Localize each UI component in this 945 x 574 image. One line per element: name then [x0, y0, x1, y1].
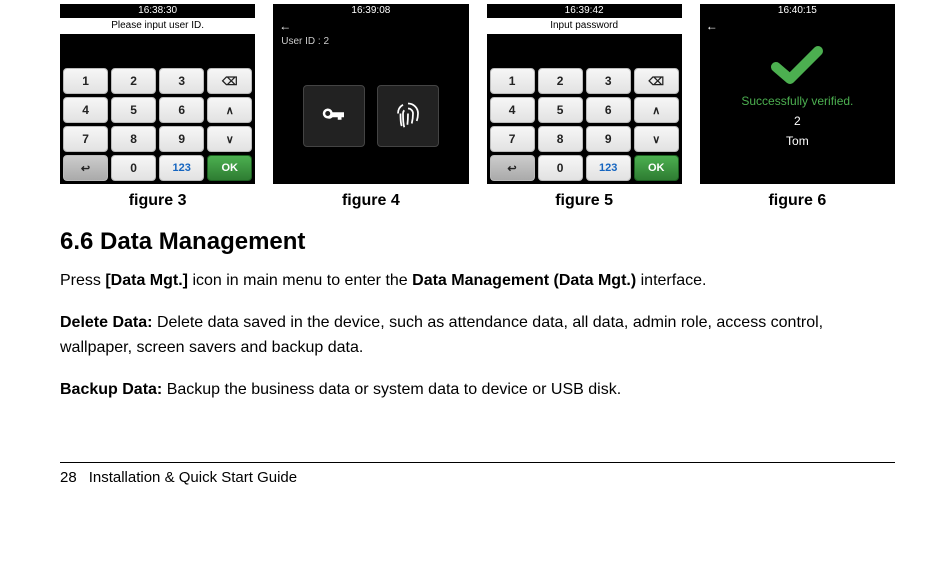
key-down[interactable]: ∨ — [207, 126, 252, 152]
status-time: 16:39:08 — [273, 4, 468, 18]
key-ok[interactable]: OK — [634, 155, 679, 181]
figure-caption: figure 6 — [700, 192, 895, 210]
verified-user-id: 2 — [794, 114, 801, 128]
fingerprint-icon — [393, 101, 423, 131]
text-bold: [Data Mgt.] — [105, 272, 188, 289]
key-7[interactable]: 7 — [490, 126, 535, 152]
key-mode[interactable]: 123 — [586, 155, 631, 181]
keypad: 1 2 3 ⌫ 4 5 6 ∧ 7 8 9 ∨ ↩ 0 123 OK — [487, 65, 682, 184]
figure-caption: figure 5 — [487, 192, 682, 210]
key-6[interactable]: 6 — [159, 97, 204, 123]
key-up[interactable]: ∧ — [634, 97, 679, 123]
password-option[interactable] — [303, 85, 365, 147]
key-enter[interactable]: ↩ — [63, 155, 108, 181]
figure-caption: figure 3 — [60, 192, 255, 210]
status-time: 16:39:42 — [487, 4, 682, 18]
key-3[interactable]: 3 — [159, 68, 204, 94]
key-8[interactable]: 8 — [538, 126, 583, 152]
keypad: 1 2 3 ⌫ 4 5 6 ∧ 7 8 9 ∨ ↩ 0 123 OK — [60, 65, 255, 184]
figure-4-device: 16:39:08 ← User ID : 2 — [273, 4, 468, 184]
text: Backup the business data or system data … — [167, 381, 621, 398]
key-0[interactable]: 0 — [538, 155, 583, 181]
verified-panel: Successfully verified. 2 Tom — [700, 34, 895, 184]
paragraph-3: Backup Data: Backup the business data or… — [60, 377, 895, 403]
text-bold: Delete Data: — [60, 314, 152, 331]
text-bold: Data Management (Data Mgt.) — [412, 272, 636, 289]
text: Press — [60, 272, 105, 289]
page-number: 28 — [60, 469, 77, 486]
section-heading: 6.6 Data Management — [60, 228, 895, 256]
key-4[interactable]: 4 — [63, 97, 108, 123]
key-5[interactable]: 5 — [111, 97, 156, 123]
screen-title: Please input user ID. — [60, 18, 255, 34]
screen-header: ← — [273, 18, 468, 34]
key-2[interactable]: 2 — [111, 68, 156, 94]
key-1[interactable]: 1 — [63, 68, 108, 94]
key-3[interactable]: 3 — [586, 68, 631, 94]
key-enter[interactable]: ↩ — [490, 155, 535, 181]
text: interface. — [641, 272, 707, 289]
key-backspace[interactable]: ⌫ — [634, 68, 679, 94]
footer-title: Installation & Quick Start Guide — [89, 469, 297, 486]
verified-user-name: Tom — [786, 134, 809, 148]
key-9[interactable]: 9 — [586, 126, 631, 152]
key-6[interactable]: 6 — [586, 97, 631, 123]
text: icon in main menu to enter the — [192, 272, 412, 289]
key-9[interactable]: 9 — [159, 126, 204, 152]
text: Delete data saved in the device, such as… — [60, 314, 823, 357]
screen-body — [487, 34, 682, 65]
caption-row: figure 3 figure 4 figure 5 figure 6 — [60, 192, 895, 210]
key-ok[interactable]: OK — [207, 155, 252, 181]
status-time: 16:38:30 — [60, 4, 255, 18]
key-4[interactable]: 4 — [490, 97, 535, 123]
paragraph-1: Press [Data Mgt.] icon in main menu to e… — [60, 268, 895, 294]
screen-header: ← — [700, 18, 895, 34]
text-bold: Backup Data: — [60, 381, 162, 398]
key-7[interactable]: 7 — [63, 126, 108, 152]
verified-message: Successfully verified. — [741, 94, 853, 108]
figure-3-device: 16:38:30 Please input user ID. 1 2 3 ⌫ 4… — [60, 4, 255, 184]
key-2[interactable]: 2 — [538, 68, 583, 94]
user-id-label: User ID : 2 — [273, 36, 468, 47]
status-time: 16:40:15 — [700, 4, 895, 18]
key-backspace[interactable]: ⌫ — [207, 68, 252, 94]
screen-body — [60, 34, 255, 65]
figure-5-device: 16:39:42 Input password 1 2 3 ⌫ 4 5 6 ∧ … — [487, 4, 682, 184]
auth-choice-row — [273, 47, 468, 184]
page-footer: 28 Installation & Quick Start Guide — [60, 462, 895, 486]
key-down[interactable]: ∨ — [634, 126, 679, 152]
key-mode[interactable]: 123 — [159, 155, 204, 181]
figure-caption: figure 4 — [273, 192, 468, 210]
key-icon — [319, 101, 349, 131]
back-icon[interactable]: ← — [279, 18, 291, 34]
paragraph-2: Delete Data: Delete data saved in the de… — [60, 310, 895, 361]
key-8[interactable]: 8 — [111, 126, 156, 152]
figure-row: 16:38:30 Please input user ID. 1 2 3 ⌫ 4… — [60, 4, 895, 184]
success-check-icon — [768, 42, 826, 88]
key-5[interactable]: 5 — [538, 97, 583, 123]
key-0[interactable]: 0 — [111, 155, 156, 181]
key-1[interactable]: 1 — [490, 68, 535, 94]
screen-title: Input password — [487, 18, 682, 34]
page-content: 16:38:30 Please input user ID. 1 2 3 ⌫ 4… — [0, 4, 945, 486]
key-up[interactable]: ∧ — [207, 97, 252, 123]
back-icon[interactable]: ← — [706, 18, 718, 34]
figure-6-device: 16:40:15 ← Successfully verified. 2 Tom — [700, 4, 895, 184]
fingerprint-option[interactable] — [377, 85, 439, 147]
